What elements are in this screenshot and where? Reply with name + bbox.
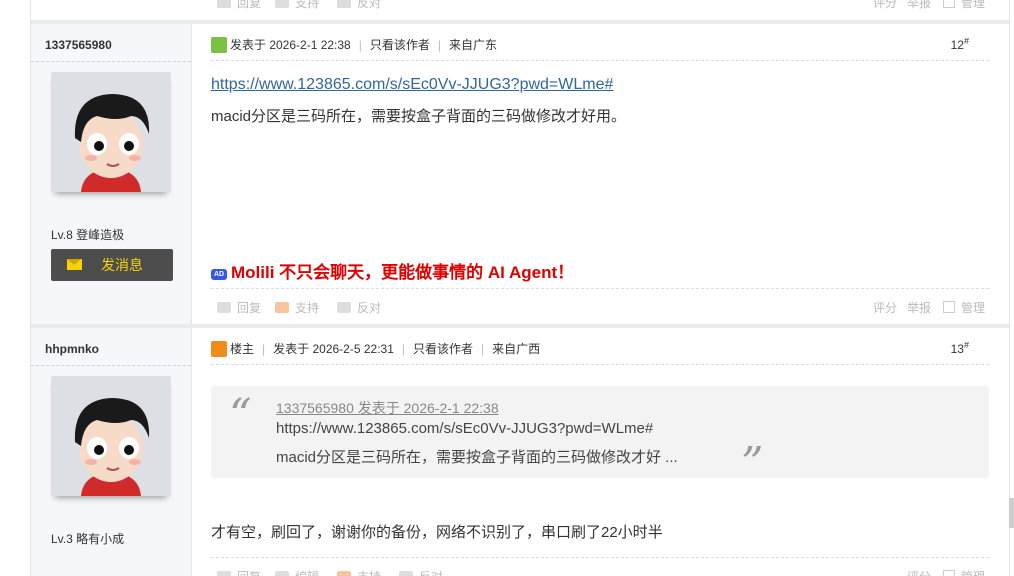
only-author-link[interactable]: 只看该作者 xyxy=(370,38,430,52)
manage-action[interactable]: 管理 xyxy=(943,0,985,11)
reply-action[interactable]: 回复 xyxy=(217,0,261,11)
post-13: hhpmnko Lv.3 略有小成 楼主 | 发表于 2026-2-5 22:31 |… xyxy=(31,328,1009,576)
post-time: 发表于 2026-2-5 22:31 xyxy=(273,342,394,356)
edit-icon xyxy=(275,571,289,576)
actions-divider xyxy=(211,288,989,289)
open-quote-icon: “ xyxy=(229,390,252,441)
oppose-action[interactable]: 反对 xyxy=(399,568,443,576)
report-action[interactable]: 举报 xyxy=(907,0,931,11)
author-level: Lv.8 登峰造极 xyxy=(51,228,125,242)
quote-line: macid分区是三码所在，需要按盒子背面的三码做修改才好 ... xyxy=(276,449,678,466)
rate-action[interactable]: 评分 xyxy=(873,299,897,316)
quote-line: https://www.123865.com/s/sEc0Vv-JJUG3?pw… xyxy=(276,420,654,437)
post-text: macid分区是三码所在，需要按盒子背面的三码做修改才好用。 xyxy=(211,108,627,125)
quote-block: “ ” 1337565980 发表于 2026-2-1 22:38 https:… xyxy=(211,386,989,486)
author-sidebar: hhpmnko Lv.3 略有小成 xyxy=(31,328,192,576)
author-username[interactable]: 1337565980 xyxy=(45,38,112,52)
post-meta: 发表于 2026-2-1 22:38 | 只看该作者 | 来自广东 xyxy=(211,36,497,54)
avatar-cartoon-icon xyxy=(51,376,171,496)
close-quote-icon: ” xyxy=(741,438,764,489)
scrollbar-thumb[interactable] xyxy=(1009,498,1014,528)
report-action[interactable]: 举报 xyxy=(907,299,931,316)
thumbs-up-icon xyxy=(337,571,351,576)
manage-action[interactable]: 管理 xyxy=(943,299,985,316)
actions-divider xyxy=(211,557,989,558)
thumbs-down-icon xyxy=(399,571,413,576)
ad-icon: AD xyxy=(211,269,227,280)
user-status-icon xyxy=(211,37,227,53)
author-level: Lv.3 略有小成 xyxy=(51,532,125,546)
manage-action[interactable]: 管理 xyxy=(943,568,985,576)
prev-post-actions: 回复 支持 反对 评分 举报 管理 xyxy=(211,0,989,12)
thread-owner-icon xyxy=(211,341,227,357)
post-12: 1337565980 Lv.8 登峰造极 发消息 发表于 2026-2-1 22… xyxy=(31,24,1009,324)
author-sidebar: 1337565980 Lv.8 登峰造极 发消息 xyxy=(31,24,192,324)
ad-banner[interactable]: AD Molili 不只会聊天，更能做事情的 AI Agent！ xyxy=(211,258,574,283)
post-meta: 楼主 | 发表于 2026-2-5 22:31 | 只看该作者 | 来自广西 xyxy=(211,340,540,358)
sidebar-divider xyxy=(31,61,191,62)
only-author-link[interactable]: 只看该作者 xyxy=(413,342,473,356)
avatar-cartoon-icon xyxy=(51,72,171,192)
thumbs-down-icon xyxy=(337,302,351,313)
meta-divider xyxy=(211,60,989,61)
post-actions: 回复 支持 反对 评分 举报 管理 xyxy=(211,299,989,317)
reply-icon xyxy=(217,571,231,576)
quote-source-link[interactable]: 1337565980 发表于 2026-2-1 22:38 xyxy=(276,398,499,418)
sidebar-divider xyxy=(31,365,191,366)
reply-action[interactable]: 回复 xyxy=(217,568,261,576)
post-location: 来自广西 xyxy=(492,342,541,356)
share-link[interactable]: https://www.123865.com/s/sEc0Vv-JJUG3?pw… xyxy=(211,76,613,94)
post-main: 发表于 2026-2-1 22:38 | 只看该作者 | 来自广东 12# https:… xyxy=(211,24,989,324)
post-main: 楼主 | 发表于 2026-2-5 22:31 | 只看该作者 | 来自广西 13# “ ”… xyxy=(211,328,989,576)
owner-badge: 楼主 xyxy=(230,342,255,356)
manage-checkbox[interactable] xyxy=(943,570,955,576)
post-text: 才有空，刷回了，谢谢你的备份，网络不识别了，串口刷了22小时半 xyxy=(211,524,663,541)
oppose-action[interactable]: 反对 xyxy=(337,299,381,316)
author-avatar[interactable] xyxy=(51,376,171,496)
post-location: 来自广东 xyxy=(449,38,498,52)
rate-action[interactable]: 评分 xyxy=(907,568,931,576)
manage-checkbox[interactable] xyxy=(943,301,955,313)
author-username[interactable]: hhpmnko xyxy=(45,342,99,356)
send-message-button[interactable]: 发消息 xyxy=(51,249,173,281)
thread-page: 回复 支持 反对 评分 举报 管理 1337565980 Lv.8 登峰造极 发… xyxy=(30,0,1010,576)
thumbs-up-icon xyxy=(275,302,289,313)
author-avatar[interactable] xyxy=(51,72,171,192)
floor-number[interactable]: 13# xyxy=(951,340,969,356)
manage-checkbox[interactable] xyxy=(943,0,955,8)
reply-action[interactable]: 回复 xyxy=(217,299,261,316)
thumbs-up-icon xyxy=(275,0,289,8)
oppose-action[interactable]: 反对 xyxy=(337,0,381,11)
edit-action[interactable]: 编辑 xyxy=(275,568,319,576)
envelope-icon xyxy=(67,259,82,270)
rate-action[interactable]: 评分 xyxy=(873,0,897,11)
reply-icon xyxy=(217,0,231,8)
support-action[interactable]: 支持 xyxy=(337,568,381,576)
reply-icon xyxy=(217,302,231,313)
thumbs-down-icon xyxy=(337,0,351,8)
post-time: 发表于 2026-2-1 22:38 xyxy=(230,38,351,52)
support-action[interactable]: 支持 xyxy=(275,299,319,316)
meta-divider xyxy=(211,364,989,365)
floor-number[interactable]: 12# xyxy=(951,36,969,52)
post-actions: 回复 编辑 支持 反对 评分 管理 xyxy=(211,568,989,576)
support-action[interactable]: 支持 xyxy=(275,0,319,11)
